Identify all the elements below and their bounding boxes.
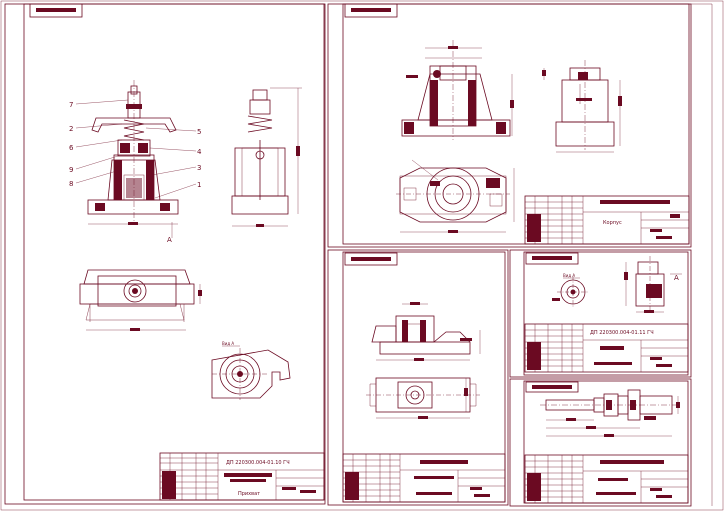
titleblock-name-sheet-2: Корпус [603, 220, 622, 226]
titleblock-sheet-4: ДП 220300.004-01.11 ГЧ [524, 323, 689, 373]
part-number-2: 2 [69, 125, 73, 133]
part-number-3: 3 [197, 164, 201, 172]
titleblock-code-sheet-4: ДП 220300.004-01.11 ГЧ [590, 330, 654, 336]
titleblock-sheet-2: Корпус [524, 195, 690, 245]
part-number-5: 5 [197, 128, 201, 136]
housing-section-view [401, 40, 514, 140]
shaft-drawing [540, 389, 680, 437]
part-number-4: 4 [197, 148, 202, 156]
part-number-9: 9 [69, 166, 73, 174]
sheet-1-inner [23, 3, 325, 501]
drawing-canvas: 7 2 6 9 8 5 4 3 1 А Вид А ДП 220300.004-… [0, 0, 724, 511]
part-number-8: 8 [69, 180, 73, 188]
sheet-4-section-mark: А [674, 274, 679, 282]
view-a-label: Вид А [222, 341, 234, 346]
assembly-section-view: 7 2 6 9 8 5 4 3 1 А [69, 80, 202, 244]
housing-top-view [396, 159, 515, 233]
titleblock-sheet-3 [342, 453, 506, 503]
part-sheet-3-front-view [371, 302, 481, 361]
titleblock-sheet-1: ДП 220300.004-01.10 ГЧ Прихват [159, 452, 325, 501]
titleblock-code-sheet-1: ДП 220300.004-01.10 ГЧ [226, 460, 290, 466]
section-mark-a: А [167, 236, 172, 244]
sheet-4-view-label: Вид А [563, 273, 575, 278]
part-number-7: 7 [69, 101, 73, 109]
view-a: Вид А [211, 341, 291, 400]
sheet-1-outer [4, 3, 326, 505]
assembly-top-view [79, 269, 202, 331]
part-number-1: 1 [197, 181, 201, 189]
titleblock-name-sheet-1: Прихват [238, 491, 260, 497]
part-sheet-4-views: Вид А А [552, 256, 682, 313]
titleblock-sheet-5 [524, 454, 689, 504]
part-number-6: 6 [69, 144, 74, 152]
housing-side-view [542, 60, 622, 153]
sheet-3-outer [327, 249, 509, 506]
assembly-side-view [231, 87, 302, 227]
sheet-frames [0, 0, 724, 511]
sheet-2-outer [327, 3, 692, 248]
part-sheet-3-top-view [366, 377, 480, 419]
